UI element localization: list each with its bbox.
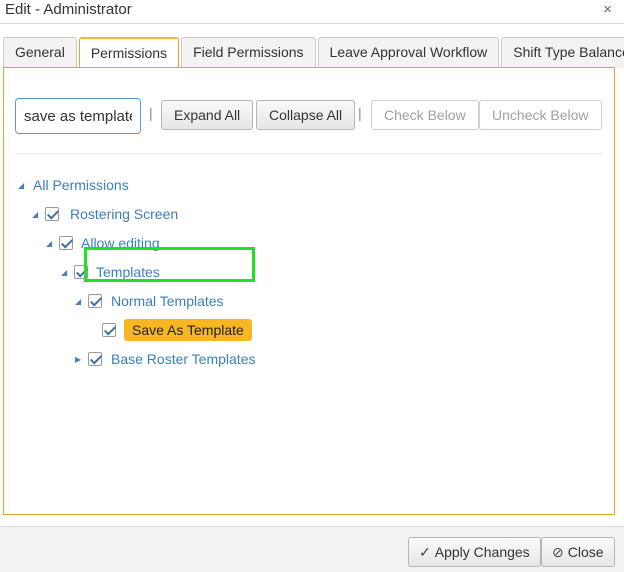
expand-arrow-icon[interactable]: ▶ [75,355,85,364]
tree-node-templates: ◢ Templates [61,262,160,282]
tree-node-save-as-template: Save As Template [89,319,252,341]
close-label: Close [567,544,604,560]
ban-icon: ⊘ [552,544,564,560]
apply-changes-button[interactable]: ✓ Apply Changes [408,537,541,567]
tree-label[interactable]: Normal Templates [111,293,224,309]
close-button[interactable]: ⊘ Close [541,537,615,567]
checkbox-checked[interactable] [74,265,88,279]
tree-node-normal-templates: ◢ Normal Templates [75,291,224,311]
checkbox-checked[interactable] [102,323,116,337]
collapse-arrow-icon[interactable]: ◢ [46,239,56,248]
checkbox-checked[interactable] [88,352,102,366]
checkbox-checked[interactable] [88,294,102,308]
checkbox-checked[interactable] [59,236,73,250]
collapse-arrow-icon[interactable]: ◢ [75,297,85,306]
tree-node-all-permissions: ◢ All Permissions [18,175,129,195]
dialog-footer: ✓ Apply Changes ⊘ Close [0,526,624,572]
tree-label-search-match[interactable]: Save As Template [124,319,252,341]
tree-label[interactable]: Rostering Screen [70,206,178,222]
tree-label[interactable]: Templates [96,264,160,280]
checkbox-checked[interactable] [45,207,59,221]
tree-node-base-roster-templates: ▶ Base Roster Templates [75,349,255,369]
permissions-tree: ◢ All Permissions ◢ Rostering Screen ◢ A… [0,0,624,572]
tree-label[interactable]: Allow editing [81,235,160,251]
collapse-arrow-icon[interactable]: ◢ [32,210,42,219]
tree-label[interactable]: All Permissions [33,177,129,193]
tree-node-allow-editing: ◢ Allow editing [46,233,160,253]
collapse-arrow-icon[interactable]: ◢ [18,181,28,190]
check-icon: ✓ [419,544,431,560]
tree-label[interactable]: Base Roster Templates [111,351,255,367]
tree-node-rostering-screen: ◢ Rostering Screen [32,204,178,224]
collapse-arrow-icon[interactable]: ◢ [61,268,71,277]
apply-changes-label: Apply Changes [434,544,530,560]
